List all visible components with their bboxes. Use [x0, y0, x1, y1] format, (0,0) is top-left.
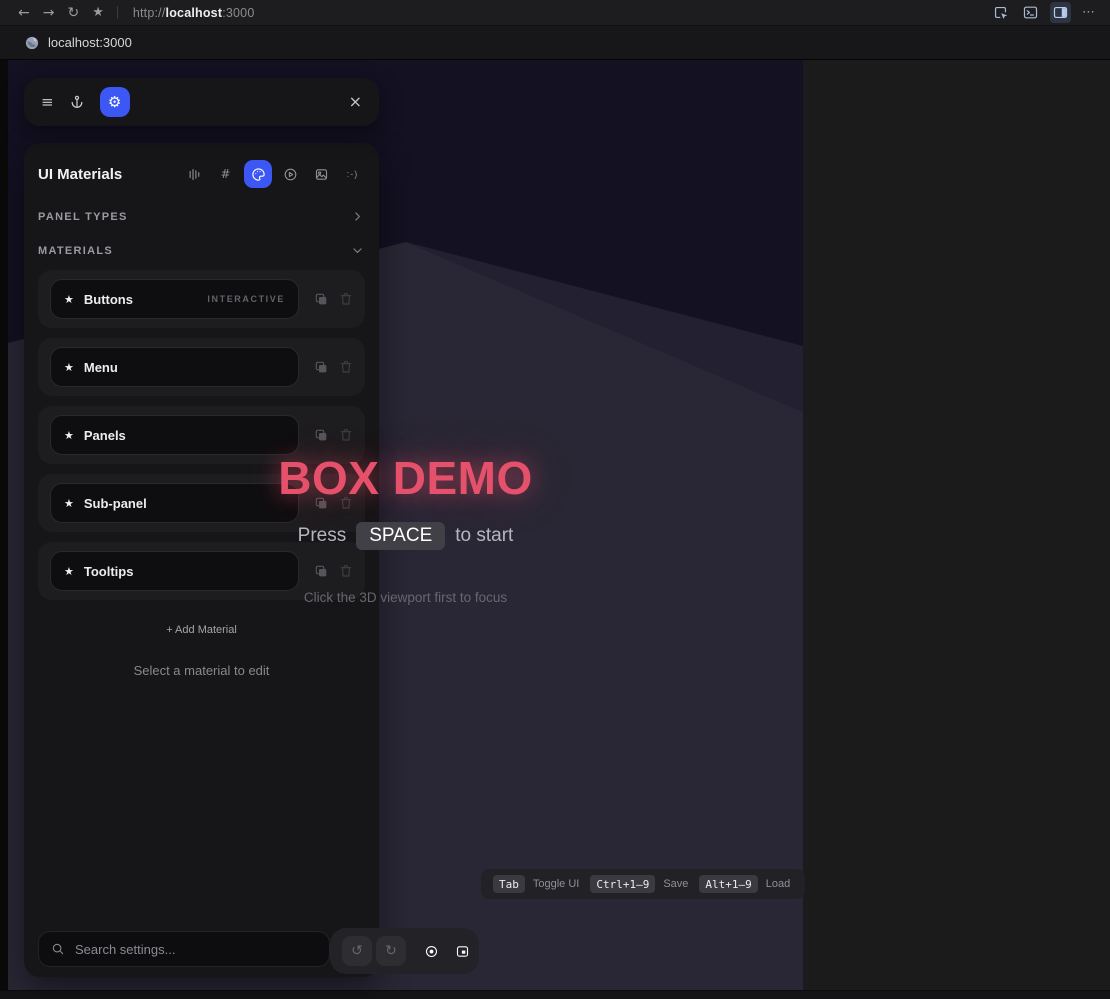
material-row: ★ Tooltips — [38, 542, 365, 600]
material-label: Panels — [84, 428, 126, 443]
star-icon: ★ — [64, 498, 74, 509]
url-host: localhost — [166, 6, 223, 20]
back-icon[interactable]: ← — [18, 6, 30, 20]
material-row: ★ Buttons INTERACTIVE — [38, 270, 365, 328]
globe-favicon — [25, 36, 39, 50]
image-icon[interactable] — [309, 162, 334, 187]
terminal-icon[interactable] — [1020, 2, 1041, 23]
hint-toggle-ui: Toggle UI — [533, 878, 579, 890]
material-row: ★ Sub-panel — [38, 474, 365, 532]
anchor-icon[interactable] — [69, 94, 85, 110]
trash-icon[interactable] — [338, 495, 354, 511]
chevron-down-icon — [351, 244, 364, 257]
window-background-right — [803, 60, 1110, 990]
search-icon — [51, 942, 65, 956]
kbd-alt-1-9: Alt+1–9 — [699, 875, 757, 893]
forward-icon[interactable]: → — [43, 6, 55, 20]
kbd-ctrl-1-9: Ctrl+1–9 — [590, 875, 655, 893]
row-actions — [313, 427, 354, 443]
star-icon: ★ — [64, 362, 74, 373]
panel-spacer — [24, 678, 379, 931]
row-actions — [313, 563, 354, 579]
row-actions — [313, 359, 354, 375]
quick-actions-group: ↺ ↻ — [330, 928, 479, 974]
duplicate-icon[interactable] — [313, 495, 329, 511]
sliders-icon[interactable] — [182, 162, 207, 187]
palette-icon[interactable] — [244, 160, 272, 188]
more-menu-icon[interactable]: ⋯ — [1080, 6, 1098, 19]
hint-load: Load — [766, 878, 790, 890]
section-panel-types[interactable]: PANEL TYPES — [24, 200, 379, 234]
play-circle-icon[interactable] — [278, 162, 303, 187]
duplicate-icon[interactable] — [313, 427, 329, 443]
material-label: Buttons — [84, 292, 133, 307]
materials-list: ★ Buttons INTERACTIVE — [24, 268, 379, 610]
inspect-element-icon[interactable] — [990, 2, 1011, 23]
panel-title: UI Materials — [38, 166, 122, 183]
section-materials[interactable]: MATERIALS — [24, 234, 379, 268]
material-item-menu[interactable]: ★ Menu — [50, 347, 299, 387]
material-item-sub-panel[interactable]: ★ Sub-panel — [50, 483, 299, 523]
trash-icon[interactable] — [338, 563, 354, 579]
duplicate-icon[interactable] — [313, 563, 329, 579]
star-icon: ★ — [64, 294, 74, 305]
settings-gear-button[interactable]: ⚙ — [100, 87, 130, 117]
star-icon: ★ — [64, 566, 74, 577]
close-icon[interactable]: × — [349, 94, 362, 110]
browser-toolbar: ← → ↻ ★ http://localhost:3000 ⋯ — [0, 0, 1110, 26]
material-label: Tooltips — [84, 564, 134, 579]
material-label: Sub-panel — [84, 496, 147, 511]
address-bar[interactable]: http://localhost:3000 — [133, 6, 255, 20]
reload-icon[interactable]: ↻ — [67, 6, 79, 20]
trash-icon[interactable] — [338, 427, 354, 443]
left-gutter — [0, 60, 8, 998]
kbd-tab: Tab — [493, 875, 525, 893]
trash-icon[interactable] — [338, 291, 354, 307]
toolbar-divider — [117, 6, 118, 19]
page-content: ≡ ⚙ × UI Materials # — [0, 60, 1110, 998]
material-row: ★ Panels — [38, 406, 365, 464]
material-item-tooltips[interactable]: ★ Tooltips — [50, 551, 299, 591]
section-label: MATERIALS — [38, 245, 113, 257]
search-row — [24, 931, 379, 977]
interactive-badge: INTERACTIVE — [207, 294, 285, 304]
ui-materials-panel: UI Materials # — [24, 143, 379, 977]
chevron-right-icon — [351, 210, 364, 223]
trash-icon[interactable] — [338, 359, 354, 375]
tab-bar: localhost:3000 — [0, 26, 1110, 60]
add-material-button[interactable]: + Add Material — [24, 624, 379, 636]
row-actions — [313, 495, 354, 511]
record-target-icon[interactable] — [424, 944, 439, 959]
duplicate-icon[interactable] — [313, 291, 329, 307]
duplicate-icon[interactable] — [313, 359, 329, 375]
material-row: ★ Menu — [38, 338, 365, 396]
material-item-panels[interactable]: ★ Panels — [50, 415, 299, 455]
panel-header: UI Materials # — [24, 143, 379, 200]
material-item-buttons[interactable]: ★ Buttons INTERACTIVE — [50, 279, 299, 319]
floating-toolbar: ≡ ⚙ × — [24, 78, 379, 126]
hash-icon[interactable]: # — [213, 162, 238, 187]
redo-button[interactable]: ↻ — [376, 936, 406, 966]
material-label: Menu — [84, 360, 118, 375]
hint-save: Save — [663, 878, 688, 890]
shortcut-hints-bar: Tab Toggle UI Ctrl+1–9 Save Alt+1–9 Load — [481, 869, 805, 899]
hamburger-menu-icon[interactable]: ≡ — [41, 95, 54, 110]
devtools-buttons: ⋯ — [990, 2, 1098, 23]
url-scheme: http:// — [133, 6, 166, 20]
tab-title[interactable]: localhost:3000 — [48, 35, 132, 50]
sidebar-panel-icon[interactable] — [1050, 2, 1071, 23]
panel-header-tools: # — [182, 160, 365, 188]
undo-button[interactable]: ↺ — [342, 936, 372, 966]
bookmark-star-icon[interactable]: ★ — [92, 6, 104, 19]
row-actions — [313, 291, 354, 307]
smiley-icon[interactable]: :-) — [340, 162, 365, 187]
search-settings-box[interactable] — [38, 931, 330, 967]
url-port: :3000 — [222, 6, 254, 20]
search-settings-input[interactable] — [73, 941, 317, 958]
empty-selection-hint: Select a material to edit — [24, 663, 379, 678]
viewport-toggle-icon[interactable] — [455, 944, 470, 959]
section-label: PANEL TYPES — [38, 211, 128, 223]
star-icon: ★ — [64, 430, 74, 441]
